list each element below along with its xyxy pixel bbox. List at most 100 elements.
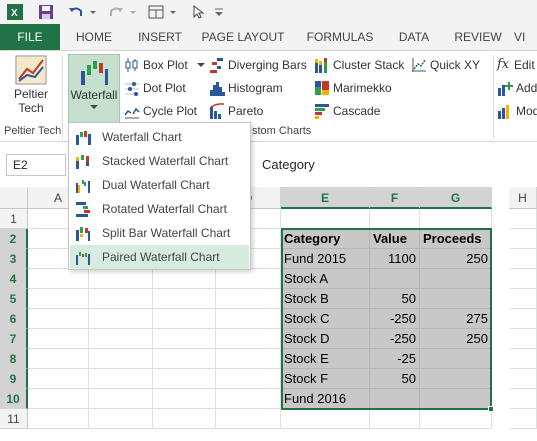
- menu-item-split-bar-waterfall-chart[interactable]: Split Bar Waterfall Chart: [70, 221, 249, 245]
- cell[interactable]: [28, 289, 89, 309]
- menu-item-dual-waterfall-chart[interactable]: Dual Waterfall Chart: [70, 173, 249, 197]
- row-header[interactable]: 10: [0, 389, 28, 409]
- cell[interactable]: [509, 409, 537, 429]
- tab-file[interactable]: FILE: [0, 24, 60, 50]
- tab-data[interactable]: DATA: [390, 24, 438, 50]
- cell[interactable]: [89, 289, 153, 309]
- cell[interactable]: [509, 209, 537, 229]
- column-header[interactable]: E: [281, 187, 370, 209]
- cell[interactable]: [89, 269, 153, 289]
- column-header[interactable]: F: [370, 187, 420, 209]
- table-cell[interactable]: -250: [370, 309, 420, 329]
- table-header-cell[interactable]: Value: [370, 229, 420, 249]
- pareto-button[interactable]: Pareto: [209, 100, 263, 121]
- table-header-cell[interactable]: Proceeds: [420, 229, 492, 249]
- cell[interactable]: [509, 289, 537, 309]
- cell[interactable]: [89, 309, 153, 329]
- table-cell[interactable]: [420, 369, 492, 389]
- row-header[interactable]: 5: [0, 289, 28, 309]
- formula-input[interactable]: Category: [254, 154, 537, 176]
- redo-icon[interactable]: [106, 2, 126, 22]
- tab-formulas[interactable]: FORMULAS: [300, 24, 380, 50]
- cycle-plot-button[interactable]: Cycle Plot: [124, 100, 197, 121]
- histogram-button[interactable]: Histogram: [209, 77, 283, 98]
- table-cell[interactable]: [420, 389, 492, 409]
- dot-plot-button[interactable]: Dot Plot: [124, 77, 186, 98]
- table-cell[interactable]: Fund 2015: [281, 249, 370, 269]
- customize-toolbar-icon[interactable]: [212, 2, 226, 22]
- cell[interactable]: [216, 269, 281, 289]
- cell[interactable]: [216, 309, 281, 329]
- row-header[interactable]: 4: [0, 269, 28, 289]
- redo-dropdown-icon[interactable]: [128, 2, 138, 22]
- row-header[interactable]: 3: [0, 249, 28, 269]
- table-cell[interactable]: -250: [370, 329, 420, 349]
- table-cell[interactable]: [420, 349, 492, 369]
- cell[interactable]: [509, 369, 537, 389]
- select-objects-icon[interactable]: [188, 2, 208, 22]
- undo-dropdown-icon[interactable]: [88, 2, 98, 22]
- table-cell[interactable]: Stock F: [281, 369, 370, 389]
- tab-review[interactable]: REVIEW: [448, 24, 508, 50]
- cell[interactable]: [370, 209, 420, 229]
- menu-item-waterfall-chart[interactable]: Waterfall Chart: [70, 125, 249, 149]
- cell[interactable]: [89, 369, 153, 389]
- cell[interactable]: [89, 409, 153, 429]
- table-cell[interactable]: 50: [370, 289, 420, 309]
- row-header[interactable]: 11: [0, 409, 28, 429]
- diverging-bars-button[interactable]: Diverging Bars: [209, 54, 307, 75]
- cell[interactable]: [28, 369, 89, 389]
- cell[interactable]: [509, 249, 537, 269]
- cell[interactable]: [216, 409, 281, 429]
- cell[interactable]: [89, 349, 153, 369]
- table-cell[interactable]: Stock A: [281, 269, 370, 289]
- menu-item-paired-waterfall-chart[interactable]: Paired Waterfall Chart: [70, 245, 249, 269]
- table-cell[interactable]: -25: [370, 349, 420, 369]
- edit-series-button[interactable]: fx Edit: [497, 54, 535, 75]
- table-cell[interactable]: Stock E: [281, 349, 370, 369]
- cell[interactable]: [509, 349, 537, 369]
- cell[interactable]: [216, 349, 281, 369]
- cell[interactable]: [153, 329, 216, 349]
- add-series-button[interactable]: Add: [497, 77, 537, 98]
- table-cell[interactable]: 1100: [370, 249, 420, 269]
- cell[interactable]: [216, 389, 281, 409]
- table-cell[interactable]: Stock D: [281, 329, 370, 349]
- table-header-cell[interactable]: Category: [281, 229, 370, 249]
- cell[interactable]: [28, 269, 89, 289]
- cell[interactable]: [153, 389, 216, 409]
- table-cell[interactable]: Stock C: [281, 309, 370, 329]
- cell[interactable]: [28, 409, 89, 429]
- cell[interactable]: [509, 329, 537, 349]
- cell[interactable]: [509, 229, 537, 249]
- cell[interactable]: [153, 349, 216, 369]
- name-box[interactable]: E2: [6, 154, 66, 176]
- select-all-corner[interactable]: [0, 187, 28, 209]
- cell[interactable]: [420, 209, 492, 229]
- fill-handle[interactable]: [488, 406, 494, 412]
- cell[interactable]: [216, 289, 281, 309]
- table-cell[interactable]: 250: [420, 329, 492, 349]
- cell[interactable]: [153, 309, 216, 329]
- tab-view[interactable]: VI: [514, 24, 537, 50]
- quick-xy-button[interactable]: Quick XY: [411, 54, 480, 75]
- save-icon[interactable]: [36, 2, 56, 22]
- menu-item-stacked-waterfall-chart[interactable]: Stacked Waterfall Chart: [70, 149, 249, 173]
- cell[interactable]: [370, 409, 420, 429]
- cell[interactable]: [28, 389, 89, 409]
- modify-series-button[interactable]: Mod: [497, 100, 537, 121]
- cell[interactable]: [28, 329, 89, 349]
- table-cell[interactable]: [420, 269, 492, 289]
- row-header[interactable]: 8: [0, 349, 28, 369]
- tab-insert[interactable]: INSERT: [132, 24, 188, 50]
- column-header[interactable]: G: [420, 187, 492, 209]
- cell[interactable]: [153, 269, 216, 289]
- cascade-button[interactable]: Cascade: [314, 100, 380, 121]
- cell[interactable]: [509, 309, 537, 329]
- peltier-tech-button[interactable]: Peltier Tech: [4, 55, 58, 121]
- cell[interactable]: [28, 349, 89, 369]
- table-cell[interactable]: 275: [420, 309, 492, 329]
- box-plot-button[interactable]: Box Plot: [124, 54, 205, 75]
- table-cell[interactable]: Stock B: [281, 289, 370, 309]
- cell[interactable]: [28, 309, 89, 329]
